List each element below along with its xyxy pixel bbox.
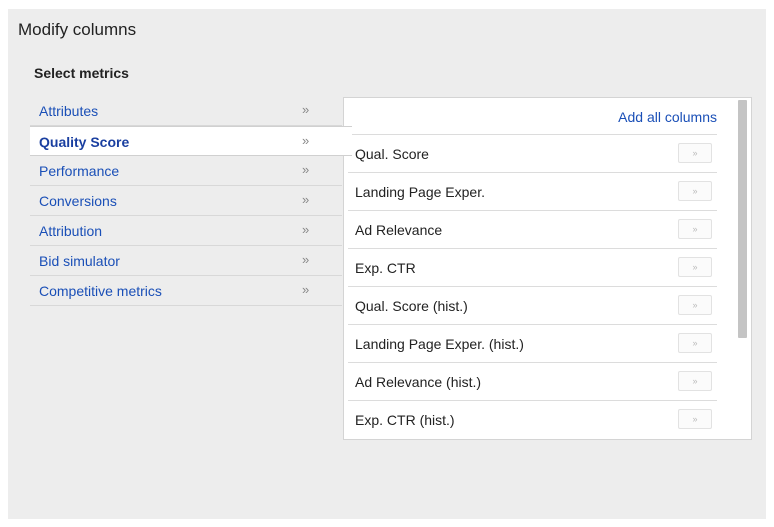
scrollbar-thumb[interactable] [738, 100, 747, 338]
metric-row-landing-page-exper-hist: Landing Page Exper. (hist.) » [348, 324, 717, 362]
metric-row-ad-relevance-hist: Ad Relevance (hist.) » [348, 362, 717, 400]
metric-row-qual-score: Qual. Score » [348, 134, 717, 172]
metrics-scrollbar[interactable] [735, 98, 751, 439]
add-metric-button[interactable]: » [678, 181, 712, 201]
metrics-panel: Add all columns Qual. Score » Landing Pa… [343, 97, 752, 440]
dialog-title: Modify columns [18, 20, 137, 39]
add-metric-button[interactable]: » [678, 257, 712, 277]
category-label: Attribution [39, 223, 103, 239]
category-label: Bid simulator [39, 253, 120, 269]
metric-row-exp-ctr: Exp. CTR » [348, 248, 717, 286]
category-label: Competitive metrics [39, 283, 162, 299]
category-competitive-metrics[interactable]: Competitive metrics » [30, 276, 342, 306]
category-attribution[interactable]: Attribution » [30, 216, 342, 246]
select-metrics-heading: Select metrics [34, 65, 129, 81]
add-metric-button[interactable]: » [678, 409, 712, 429]
category-conversions[interactable]: Conversions » [30, 186, 342, 216]
metric-category-list: Attributes » Quality Score » Performance… [30, 96, 352, 306]
add-metric-button[interactable]: » [678, 295, 712, 315]
double-chevron-right-icon: » [302, 102, 309, 117]
add-metric-button[interactable]: » [678, 371, 712, 391]
add-metric-button[interactable]: » [678, 219, 712, 239]
metric-label: Landing Page Exper. (hist.) [355, 336, 524, 352]
metric-row-qual-score-hist: Qual. Score (hist.) » [348, 286, 717, 324]
double-chevron-right-icon: » [302, 252, 309, 267]
metric-label: Qual. Score [355, 146, 429, 162]
add-all-columns-link[interactable]: Add all columns [618, 109, 717, 125]
double-chevron-right-icon: » [302, 192, 309, 207]
double-chevron-right-icon: » [302, 162, 309, 177]
metric-label: Ad Relevance [355, 222, 443, 238]
metric-label: Ad Relevance (hist.) [355, 374, 482, 390]
metric-label: Exp. CTR [355, 260, 416, 276]
double-chevron-right-icon: » [302, 222, 309, 237]
metric-row-ad-relevance: Ad Relevance » [348, 210, 717, 248]
category-label: Performance [39, 163, 120, 179]
category-label: Attributes [39, 103, 99, 119]
category-bid-simulator[interactable]: Bid simulator » [30, 246, 342, 276]
add-metric-button[interactable]: » [678, 143, 712, 163]
category-attributes[interactable]: Attributes » [30, 96, 342, 126]
category-label: Conversions [39, 193, 117, 209]
category-label: Quality Score [39, 134, 130, 150]
metric-label: Exp. CTR (hist.) [355, 412, 455, 428]
metric-label: Landing Page Exper. [355, 184, 485, 200]
add-metric-button[interactable]: » [678, 333, 712, 353]
metric-row-exp-ctr-hist: Exp. CTR (hist.) » [348, 400, 717, 438]
category-quality-score[interactable]: Quality Score » [30, 126, 352, 156]
metric-list: Qual. Score » Landing Page Exper. » Ad R… [348, 134, 717, 438]
double-chevron-right-icon: » [302, 133, 309, 148]
metric-label: Qual. Score (hist.) [355, 298, 468, 314]
metric-row-landing-page-exper: Landing Page Exper. » [348, 172, 717, 210]
category-performance[interactable]: Performance » [30, 156, 342, 186]
double-chevron-right-icon: » [302, 282, 309, 297]
